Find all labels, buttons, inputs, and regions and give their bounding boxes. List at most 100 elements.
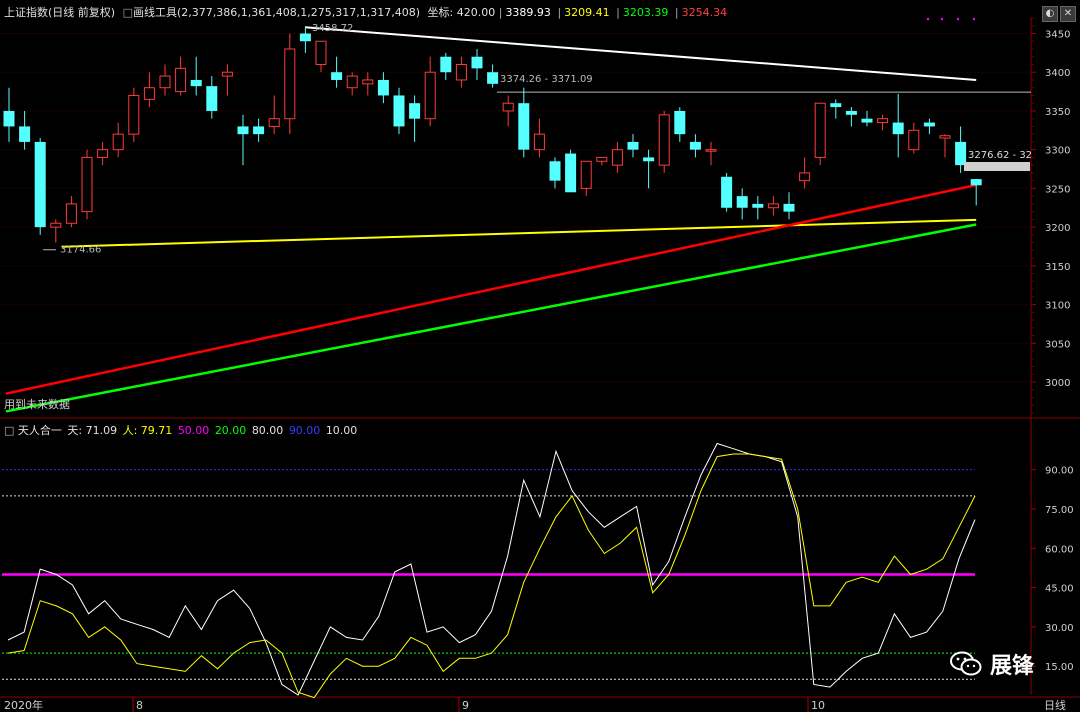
marker-dot: [940, 17, 944, 21]
wechat-icon: [950, 651, 982, 676]
candle-body-down: [970, 179, 982, 186]
candle-body-up: [175, 67, 187, 93]
candle-body-down: [19, 126, 31, 142]
candle-body-down: [237, 126, 249, 135]
candle-body-down: [518, 103, 530, 150]
candle-body-down: [923, 122, 935, 127]
indicator-tian: 天: 71.09: [67, 424, 118, 437]
candle-body-down: [299, 33, 311, 42]
axis-month-label: 10: [811, 699, 825, 712]
candle-body-down: [393, 95, 405, 127]
price-tick-label: 3200: [1045, 223, 1070, 234]
header-bar: 上证指数(日线 前复权) □画线工具(2,377,386,1,361,408,1…: [4, 6, 728, 19]
candle-body-up: [81, 156, 93, 213]
price-tick-label: 3300: [1045, 146, 1070, 157]
price-tick-label: 3150: [1045, 262, 1070, 273]
candle-body-up: [284, 48, 296, 120]
ind-tick-label: 90.00: [1045, 466, 1074, 477]
price-tag-box: [964, 162, 1030, 171]
close-icon[interactable]: ✕: [1060, 6, 1076, 22]
axis-month-label: 9: [462, 699, 469, 712]
candle-body-up: [908, 129, 920, 151]
candle-body-up: [128, 94, 140, 135]
candle-body-down: [783, 203, 795, 212]
candle-body-up: [799, 172, 811, 182]
level-10: 10.00: [325, 424, 358, 437]
value-red: 3254.34: [681, 6, 728, 19]
period-label: 日线: [1044, 698, 1066, 712]
axis-month-label: 8: [136, 699, 143, 712]
candle-body-up: [424, 71, 436, 120]
marker-dot: [972, 17, 976, 21]
axis-year-label: 2020年: [4, 698, 43, 712]
low-annotation: 3174.66: [60, 245, 101, 256]
candle-body-down: [206, 86, 218, 111]
candle-body-down: [565, 153, 577, 193]
candle-body-up: [939, 135, 951, 139]
price-tag-label: 3276.62 - 32: [968, 150, 1032, 161]
marker-dot: [956, 17, 960, 21]
price-tick-label: 3250: [1045, 184, 1070, 195]
settings-icon[interactable]: ◐: [1042, 6, 1058, 22]
ind-tick-label: 15.00: [1045, 662, 1074, 673]
level-50: 50.00: [177, 424, 210, 437]
candle-body-up: [362, 79, 374, 85]
candle-body-up: [112, 133, 124, 151]
price-tick-label: 3450: [1045, 29, 1070, 40]
candle-body-down: [487, 72, 499, 84]
watermark-text: 展锋: [990, 654, 1035, 679]
value-white: 3389.93: [505, 6, 551, 19]
candle-body-down: [253, 126, 265, 135]
candle-body-down: [955, 141, 967, 166]
candle-body-up: [97, 149, 109, 158]
level-90: 90.00: [288, 424, 321, 437]
candle-body-up: [159, 75, 171, 89]
ind-tick-label: 45.00: [1045, 584, 1074, 595]
candle-body-down: [689, 141, 701, 150]
candle-body-up: [268, 118, 280, 127]
chart-title: 上证指数(日线 前复权): [4, 6, 116, 19]
candle-body-down: [549, 161, 561, 181]
candle-body-down: [830, 103, 842, 108]
candle-body-down: [674, 110, 686, 135]
candle-body-down: [736, 196, 748, 208]
candle-body-up: [50, 222, 62, 228]
candle-body-up: [143, 87, 155, 100]
candle-body-down: [377, 79, 389, 96]
candle-body-down: [409, 103, 421, 119]
candle-body-down: [471, 56, 483, 69]
candle-body-down: [3, 110, 15, 127]
candle-body-down: [440, 56, 452, 73]
candle-body-down: [627, 141, 639, 150]
kline-chart[interactable]: 3000 3050 3100 3150 3200 3250 3300 3350 3400 3450…: [0, 0, 1080, 712]
candle-body-down: [721, 176, 733, 208]
candle-body-down: [752, 203, 764, 208]
price-tick-label: 3350: [1045, 107, 1070, 118]
level-80: 80.00: [251, 424, 284, 437]
candle-body-up: [502, 102, 514, 112]
draw-tool-label[interactable]: 画线工具: [133, 6, 177, 19]
level-20: 20.00: [214, 424, 247, 437]
high-annotation: 3458.72: [312, 23, 353, 34]
indicator-header: □ 天人合一 天: 71.09 人: 79.71 50.00 20.00 80.…: [4, 424, 358, 437]
ind-tick-label: 75.00: [1045, 505, 1074, 516]
ind-tick-label: 30.00: [1045, 623, 1074, 634]
watermark: 展锋: [950, 648, 1034, 680]
indicator-ren: 人: 79.71: [122, 424, 173, 437]
indicator-name[interactable]: 天人合一: [18, 424, 62, 437]
candle-body-up: [346, 75, 358, 89]
candle-body-up: [596, 156, 608, 162]
value-yellow: 3209.41: [564, 6, 610, 19]
price-tick-label: 3050: [1045, 339, 1070, 350]
candle-body-down: [34, 141, 46, 228]
candle-body-up: [455, 63, 467, 81]
candle-body-down: [861, 118, 873, 123]
candle-body-down: [892, 122, 904, 135]
candle-body-up: [533, 133, 545, 151]
candle-body-up: [65, 203, 77, 224]
value-green: 3203.39: [622, 6, 669, 19]
price-tick-label: 3400: [1045, 68, 1070, 79]
candle-body-down: [845, 110, 857, 115]
marker-dot: [926, 17, 930, 21]
candle-body-up: [877, 118, 889, 124]
